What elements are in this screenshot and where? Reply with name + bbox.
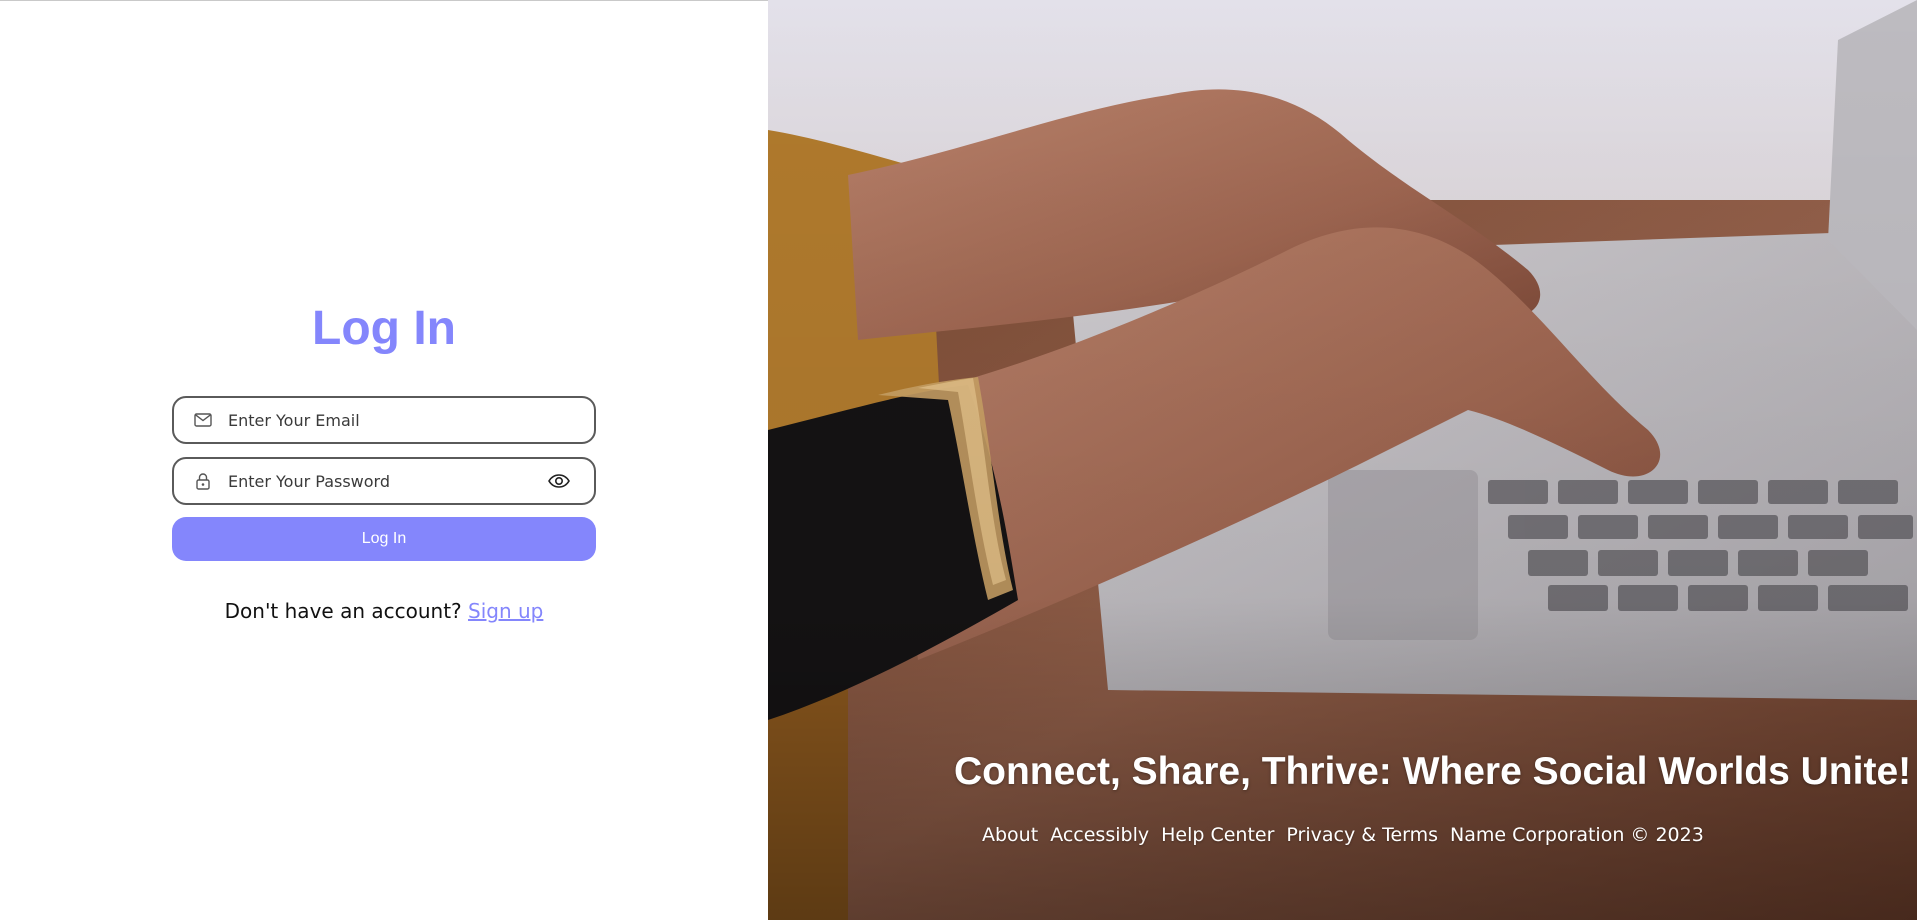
login-button[interactable]: Log In: [172, 517, 596, 561]
signup-prompt: Don't have an account?: [224, 599, 462, 623]
lock-icon: [192, 470, 214, 492]
password-field[interactable]: [172, 457, 596, 505]
hero-tagline: Connect, Share, Thrive: Where Social Wor…: [954, 750, 1912, 793]
footer-links: About Accessibly Help Center Privacy & T…: [982, 824, 1704, 846]
copyright-text: Name Corporation © 2023: [1450, 824, 1704, 846]
footer-link-about[interactable]: About: [982, 824, 1038, 846]
footer-link-privacy-terms[interactable]: Privacy & Terms: [1286, 824, 1438, 846]
footer-link-help-center[interactable]: Help Center: [1161, 824, 1274, 846]
email-field[interactable]: [172, 396, 596, 444]
eye-icon[interactable]: [546, 468, 572, 494]
signup-row: Don't have an account? Sign up: [0, 599, 768, 623]
footer-link-accessibly[interactable]: Accessibly: [1050, 824, 1149, 846]
email-input[interactable]: [226, 397, 594, 443]
password-input[interactable]: [226, 458, 546, 504]
page-title: Log In: [312, 302, 456, 355]
signup-link[interactable]: Sign up: [468, 599, 543, 623]
mail-icon: [192, 409, 214, 431]
login-panel: Log In Enter Your Email Log In Don't hav…: [0, 0, 768, 920]
hero-panel: Connect, Share, Thrive: Where Social Wor…: [768, 0, 1917, 920]
login-page: Log In Enter Your Email Log In Don't hav…: [0, 0, 1917, 920]
